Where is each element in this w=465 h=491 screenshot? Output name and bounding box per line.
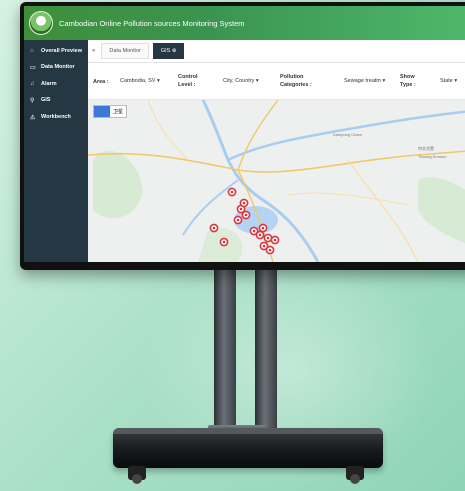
show-type-select[interactable]: State ▾ [440,78,457,84]
map-place-label: Tboung Khmum [418,154,447,159]
map-type-toggle[interactable]: 卫星 [93,105,128,118]
sidebar-item-label: Workbench [41,114,71,120]
pollution-marker-dot [262,244,266,248]
monitor-icon: ▭ [30,65,36,71]
map-view[interactable]: 卫星 Kampong Cham 特本克蒙 Tboung Khmum [88,100,465,262]
sidebar-item-label: GIS [41,97,51,103]
pollution-marker-dot [266,236,270,240]
app-logo [29,11,53,35]
screen: Cambodian Online Pollution sources Monit… [24,6,465,262]
pollution-marker-dot [212,226,216,230]
pollution-categories-label: Pollution Categories : [280,74,312,88]
map-canvas [88,100,465,262]
control-level-select[interactable]: City, Country ▾ [223,78,259,84]
sidebar-item-label: Overall Preview [41,48,82,54]
app-title: Cambodian Online Pollution sources Monit… [59,18,245,28]
stand-base-top [113,428,383,434]
map-place-label: Kampong Cham [333,132,362,137]
sidebar-item-alarm[interactable]: ♫ Alarm [24,76,88,92]
control-level-label: Control Level : [178,74,198,88]
sidebar-item-overall-preview[interactable]: ⌂ Overall Preview [24,40,88,59]
sidebar: ⌂ Overall Preview ▭ Data Monitor ♫ Alarm… [24,40,88,262]
pollution-marker-dot [230,190,234,194]
pollution-marker-dot [239,207,243,211]
home-icon: ⌂ [30,48,34,54]
show-type-label: Show Type : [400,74,416,88]
pollution-categories-select[interactable]: Sewage treatm ▾ [344,78,385,84]
pollution-marker-dot [273,238,277,242]
map-type-map[interactable]: 卫星 [110,106,126,117]
stand-pole-right [255,270,277,438]
wheel-right [346,466,364,484]
location-pin-icon: ⚲ [30,98,35,104]
area-select[interactable]: Cambodia, SV ▾ [120,78,160,84]
sidebar-item-gis[interactable]: ⚲ GIS [24,92,88,109]
stand-base [113,428,383,468]
filter-bar: Area : Cambodia, SV ▾ Control Level : Ci… [88,63,465,100]
pollution-marker-dot [222,240,226,244]
map-place-label: 特本克蒙 [418,146,434,151]
sidebar-item-workbench[interactable]: ⚠ Workbench [24,109,88,126]
pollution-marker-dot [236,218,240,222]
area-label: Area : [93,79,109,85]
pollution-marker-dot [244,213,248,217]
wheel-left [128,466,146,484]
tab-bar: « Data Monitor GIS ⊗ [88,40,465,63]
stand-pole-left [214,270,236,438]
sidebar-item-data-monitor[interactable]: ▭ Data Monitor [24,59,88,76]
bell-icon: ♫ [30,81,35,87]
monitor: Cambodian Online Pollution sources Monit… [20,2,465,270]
app-header: Cambodian Online Pollution sources Monit… [24,6,465,40]
pollution-marker-dot [252,229,256,233]
pollution-marker-dot [268,248,272,252]
pollution-marker-dot [261,226,265,230]
tab-data-monitor[interactable]: Data Monitor [101,43,149,59]
pollution-marker-dot [242,201,246,205]
map-type-satellite[interactable] [94,106,110,117]
workbench-icon: ⚠ [30,115,36,121]
sidebar-item-label: Data Monitor [41,64,75,70]
sidebar-item-label: Alarm [41,81,57,87]
tab-scroll-left-icon[interactable]: « [92,48,95,54]
tab-gis[interactable]: GIS ⊗ [152,43,185,59]
pollution-marker-dot [258,233,262,237]
